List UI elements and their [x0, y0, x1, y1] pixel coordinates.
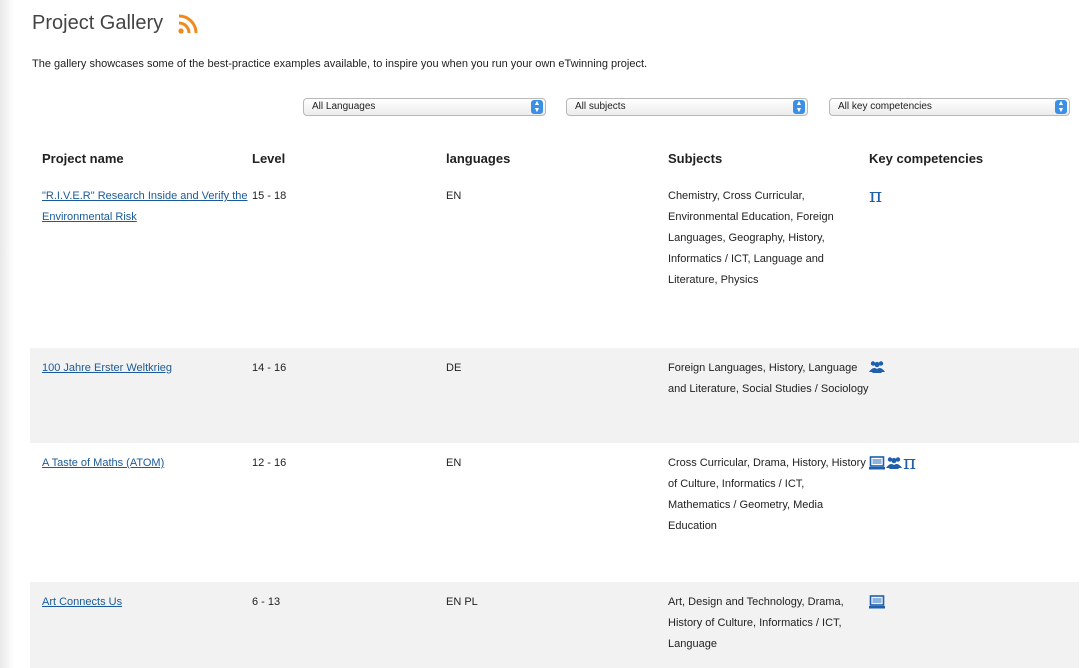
languages-cell: EN [446, 457, 462, 469]
math-pi-icon: π [903, 450, 917, 474]
project-table: Project name Level languages Subjects Ke… [30, 140, 1079, 668]
project-link[interactable]: Art Connects Us [42, 596, 122, 608]
subjects-cell: Chemistry, Cross Curricular, Environment… [668, 190, 834, 286]
computer-icon [869, 595, 885, 612]
computer-icon [869, 456, 885, 473]
select-arrows-icon: ▲ ▼ [531, 100, 543, 114]
rss-feed-icon[interactable] [177, 13, 199, 35]
competencies-filter-select[interactable]: All key competencies ▲ ▼ [829, 98, 1070, 116]
select-arrows-icon: ▲ ▼ [793, 100, 805, 114]
social-group-icon [869, 360, 885, 377]
subjects-cell: Art, Design and Technology, Drama, Histo… [668, 596, 844, 650]
level-cell: 6 - 13 [252, 596, 281, 608]
project-link[interactable]: 100 Jahre Erster Weltkrieg [42, 362, 172, 374]
social-group-icon [886, 456, 902, 473]
subjects-filter-value: All subjects [575, 101, 626, 112]
languages-cell: DE [446, 362, 462, 374]
page-title: Project Gallery [32, 12, 164, 34]
languages-filter-select[interactable]: All Languages ▲ ▼ [303, 98, 546, 116]
project-link[interactable]: "R.I.V.E.R" Research Inside and Verify t… [42, 190, 248, 223]
languages-cell: EN [446, 190, 462, 202]
table-row: "R.I.V.E.R" Research Inside and Verify t… [30, 176, 1079, 348]
subjects-filter-select[interactable]: All subjects ▲ ▼ [566, 98, 808, 116]
subjects-cell: Foreign Languages, History, Language and… [668, 362, 869, 395]
languages-filter-value: All Languages [312, 101, 376, 112]
math-pi-icon: π [869, 183, 883, 207]
languages-cell: EN PL [446, 596, 478, 608]
competencies-cell: π [869, 451, 1079, 582]
competencies-cell: π [869, 184, 1079, 348]
column-header-languages[interactable]: languages [446, 151, 668, 166]
subjects-cell: Cross Curricular, Drama, History, Histor… [668, 457, 866, 532]
column-header-key-competencies[interactable]: Key competencies [869, 151, 1079, 166]
select-arrows-icon: ▲ ▼ [1055, 100, 1067, 114]
page-header: Project Gallery [32, 12, 199, 35]
column-header-project-name[interactable]: Project name [30, 151, 252, 166]
table-row: 100 Jahre Erster Weltkrieg 14 - 16 DE Fo… [30, 348, 1079, 443]
gallery-intro-text: The gallery showcases some of the best-p… [32, 58, 648, 70]
column-header-level[interactable]: Level [252, 151, 446, 166]
level-cell: 14 - 16 [252, 362, 287, 374]
table-row: A Taste of Maths (ATOM) 12 - 16 EN Cross… [30, 443, 1079, 582]
filter-bar: All Languages ▲ ▼ All subjects ▲ ▼ All key… [0, 98, 1089, 120]
column-header-subjects[interactable]: Subjects [668, 151, 869, 166]
table-header: Project name Level languages Subjects Ke… [30, 140, 1079, 176]
table-row: Art Connects Us 6 - 13 EN PL Art, Design… [30, 582, 1079, 668]
level-cell: 12 - 16 [252, 457, 287, 469]
competencies-cell [869, 595, 1079, 668]
competencies-filter-value: All key competencies [838, 101, 932, 112]
level-cell: 15 - 18 [252, 190, 287, 202]
competencies-cell [869, 360, 1079, 443]
project-link[interactable]: A Taste of Maths (ATOM) [42, 457, 164, 469]
